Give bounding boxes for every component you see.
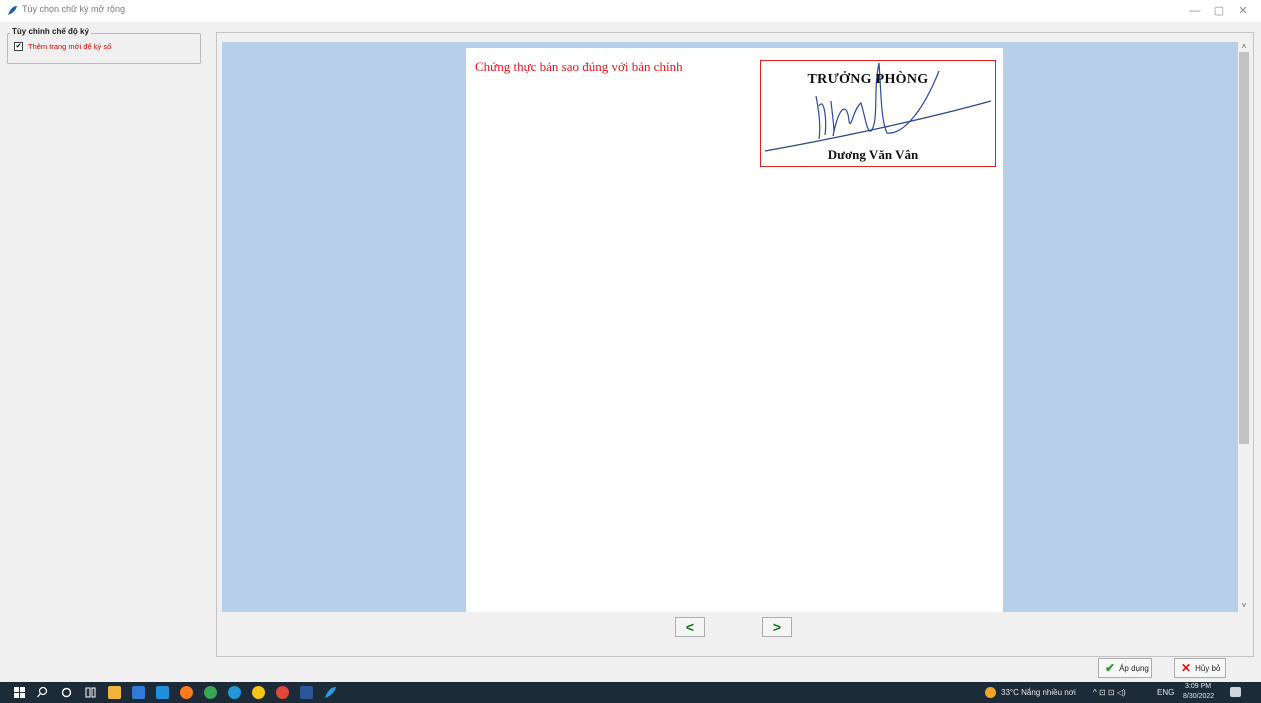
weather-sun-icon[interactable] [985,687,996,698]
search-icon[interactable] [36,686,49,699]
minimize-button[interactable]: — [1184,3,1206,19]
apply-button[interactable]: ✔ Áp dụng [1098,658,1152,678]
cancel-label: Hủy bỏ [1195,663,1221,673]
app-red-icon[interactable] [276,686,289,699]
next-page-button[interactable]: > [762,617,792,637]
scroll-up-icon[interactable]: ˄ [1238,42,1250,52]
add-page-checkbox-label[interactable]: Thêm trang mới để ký số [28,42,111,51]
chrome-icon[interactable] [252,686,265,699]
clock-time[interactable]: 3:09 PM [1185,683,1211,690]
certification-text: Chứng thực bản sao đúng với bản chính [475,59,683,74]
add-new-page-option[interactable]: ✔ Thêm trang mới để ký số [14,41,111,51]
notification-icon[interactable] [1230,687,1241,697]
window-title: Tùy chọn chữ ký mở rộng [22,4,125,14]
word-icon[interactable] [300,686,313,699]
cancel-button[interactable]: ✕ Hủy bỏ [1174,658,1226,678]
signing-app-icon[interactable] [324,686,337,699]
windows-taskbar: 33°C Nắng nhiều nơi ^ ⊡ ⊡ ◁) ENG 3:09 PM… [0,682,1261,703]
document-page: Chứng thực bản sao đúng với bản chính TR… [466,48,1003,612]
prev-page-button[interactable]: < [675,617,705,637]
title-bar: Tùy chọn chữ ký mở rộng — ▢ ✕ [0,0,1261,22]
mail-icon[interactable] [156,686,169,699]
app-feather-icon [8,6,17,15]
check-icon: ✔ [1105,661,1116,675]
language-indicator[interactable]: ENG [1157,688,1174,697]
calculator-icon[interactable] [132,686,145,699]
maximize-button[interactable]: ▢ [1208,3,1230,19]
scroll-thumb[interactable] [1239,52,1249,444]
weather-text[interactable]: 33°C Nắng nhiều nơi [1001,688,1076,697]
clock-date[interactable]: 8/30/2022 [1183,693,1214,700]
vertical-scrollbar[interactable]: ˄ ˅ [1238,42,1250,612]
group-legend: Tùy chỉnh chế độ ký [10,27,91,36]
signature-box[interactable]: TRƯỞNG PHÒNG Dương Văn Vân [760,60,996,167]
cortana-icon[interactable] [60,686,73,699]
signer-name: Dương Văn Vân [827,147,919,162]
signature-title: TRƯỞNG PHÒNG [807,72,929,87]
add-page-checkbox[interactable]: ✔ [14,41,23,51]
windows-start-icon[interactable] [13,686,26,699]
tray-icons[interactable]: ^ ⊡ ⊡ ◁) [1093,688,1126,697]
apply-label: Áp dụng [1119,663,1149,673]
cross-icon: ✕ [1181,661,1192,675]
document-viewport[interactable]: Chứng thực bản sao đúng với bản chính TR… [222,42,1238,612]
close-button[interactable]: ✕ [1232,3,1254,19]
edge-icon[interactable] [228,686,241,699]
task-view-icon[interactable] [84,686,97,699]
file-explorer-icon[interactable] [108,686,121,699]
app-green-icon[interactable] [204,686,217,699]
scroll-down-icon[interactable]: ˅ [1238,601,1250,611]
firefox-icon[interactable] [180,686,193,699]
